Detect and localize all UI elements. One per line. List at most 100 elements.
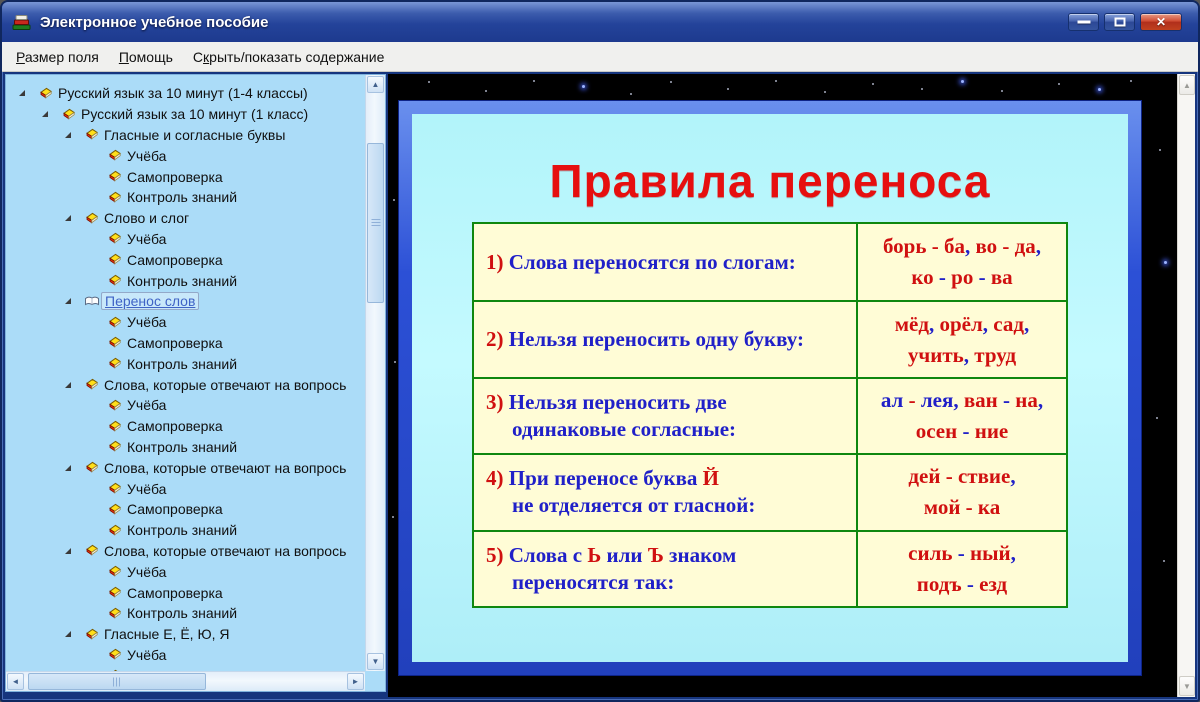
slide-title: Правила переноса [549,155,991,207]
expand-triangle-icon[interactable] [62,131,84,138]
star-dot [392,198,395,201]
menu-item[interactable]: Скрыть/показать содержание [183,44,394,70]
tree-vscroll-thumb[interactable] [367,143,384,303]
tree-item[interactable]: Контроль знаний [6,353,365,374]
window-title: Электронное учебное пособие [40,13,269,31]
star-dot [1130,80,1133,83]
rule-text-line: одинаковые согласные: [512,416,737,441]
tree-item[interactable]: Слово и слог [6,208,365,229]
tree-item[interactable]: Контроль знаний [6,437,365,458]
minimize-button[interactable] [1068,13,1099,31]
closed-book-icon [107,191,124,204]
title-bar[interactable]: Электронное учебное пособие ✕ [2,2,1198,42]
tree-hscroll-thumb[interactable] [28,673,206,690]
rule-row: 3) Нельзя переносить две одинаковые согла… [474,376,1066,454]
closed-book-icon [107,149,124,162]
tree-item[interactable]: Самопроверка [6,499,365,520]
star-dot [872,83,875,86]
tree-item[interactable]: Контроль знаний [6,520,365,541]
scroll-up-icon[interactable]: ▲ [1179,75,1195,95]
tree-item[interactable]: Гласные и согласные буквы [6,125,365,146]
tree-item[interactable]: Перенос слов [6,291,365,312]
expand-triangle-icon[interactable] [16,90,38,97]
tree-item[interactable]: Слова, которые отвечают на вопрось [6,541,365,562]
expand-triangle-icon[interactable] [62,215,84,222]
tree-item[interactable]: Самопроверка [6,582,365,603]
rule-examples-cell: мёд, орёл, сад, учить, труд [858,302,1066,376]
expand-triangle-icon[interactable] [62,381,84,388]
expand-triangle-icon[interactable] [39,111,61,118]
star-dot [484,89,487,92]
star-dot [1057,82,1060,85]
rule-row: 4) При переносе буква Йне отделяется от … [474,453,1066,530]
tree-item[interactable]: Учёба [6,229,365,250]
tree-item[interactable]: Слова, которые отвечают на вопрось [6,457,365,478]
rule-example-line: дей - ствие, [908,464,1016,489]
tree-item-label: Самопроверка [127,501,223,518]
rule-example-line: осен - ние [915,418,1009,443]
scroll-down-icon[interactable]: ▼ [367,653,384,670]
tree-item[interactable]: Гласные Е, Ё, Ю, Я [6,624,365,645]
rule-example-line: мёд, орёл, сад, [894,311,1030,336]
scroll-up-icon[interactable]: ▲ [367,76,384,93]
closed-book-icon [107,336,124,349]
rule-text-cell: 4) При переносе буква Йне отделяется от … [474,455,858,530]
lesson-slide: Правила переноса 1) Слова переносятся по… [412,114,1128,662]
tree-item-label: Слова, которые отвечают на вопрось [104,542,347,559]
tree-item-label: Учёба [127,397,167,414]
closed-book-icon [61,108,78,121]
expand-triangle-icon[interactable] [62,631,84,638]
tree-item[interactable]: Контроль знаний [6,187,365,208]
closed-book-icon [107,420,124,433]
star-dot [960,80,964,84]
tree-item-label: Учёба [127,230,167,247]
tree-item[interactable]: Самопроверка [6,333,365,354]
star-dot [394,360,397,363]
star-dot [775,80,778,83]
tree-item-label: Самопроверка [127,334,223,351]
tree-item[interactable]: Учёба [6,478,365,499]
menu-bar: Размер поля Помощь Скрыть/показать содержа… [2,42,1198,72]
closed-book-icon [107,648,124,661]
close-button[interactable]: ✕ [1140,13,1182,31]
closed-book-icon [107,274,124,287]
tree-item[interactable]: Учёба [6,561,365,582]
tree-item[interactable]: Учёба [6,645,365,666]
tree-item[interactable]: Самопроверка [6,249,365,270]
closed-book-icon [107,232,124,245]
tree-item-label: Самопроверка [127,584,223,601]
tree-item[interactable]: Русский язык за 10 минут (1-4 классы) [6,83,365,104]
tree-item[interactable]: Самопроверка [6,416,365,437]
tree-item[interactable]: Русский язык за 10 минут (1 класс) [6,104,365,125]
expand-triangle-icon[interactable] [62,464,84,471]
closed-book-icon [84,212,101,225]
menu-item[interactable]: Размер поля [6,44,109,70]
rule-example-line: подъ - езд [916,571,1008,596]
tree-vertical-scrollbar[interactable]: ▲ ▼ [365,75,385,671]
tree-horizontal-scrollbar[interactable]: ◄ ► [6,671,365,691]
tree-item[interactable]: Самопроверка [6,166,365,187]
expand-triangle-icon[interactable] [62,547,84,554]
rules-table: 1) Слова переносятся по слогам: борь - ба… [472,222,1068,608]
tree-item-label-selected: Перенос слов [101,292,200,311]
star-dot [670,81,673,84]
menu-item[interactable]: Помощь [109,44,183,70]
closed-book-icon [107,586,124,599]
tree-item[interactable]: Контроль знаний [6,603,365,624]
tree-item[interactable]: Учёба [6,395,365,416]
tree-item[interactable]: Контроль знаний [6,270,365,291]
tree-item[interactable]: Учёба [6,145,365,166]
expand-triangle-icon[interactable] [62,298,84,305]
scroll-left-icon[interactable]: ◄ [7,673,24,690]
scroll-down-icon[interactable]: ▼ [1179,676,1195,696]
viewer-vertical-scrollbar[interactable]: ▲ ▼ [1177,74,1195,697]
rule-example-line: учить, труд [907,342,1017,367]
star-dot [392,516,395,519]
tree-item[interactable]: Учёба [6,312,365,333]
tree-item[interactable]: Слова, которые отвечают на вопрось [6,374,365,395]
star-dot [1162,559,1165,562]
rule-row: 1) Слова переносятся по слогам: борь - ба… [474,224,1066,301]
closed-book-icon [84,128,101,141]
scroll-right-icon[interactable]: ► [347,673,364,690]
maximize-button[interactable] [1104,13,1135,31]
